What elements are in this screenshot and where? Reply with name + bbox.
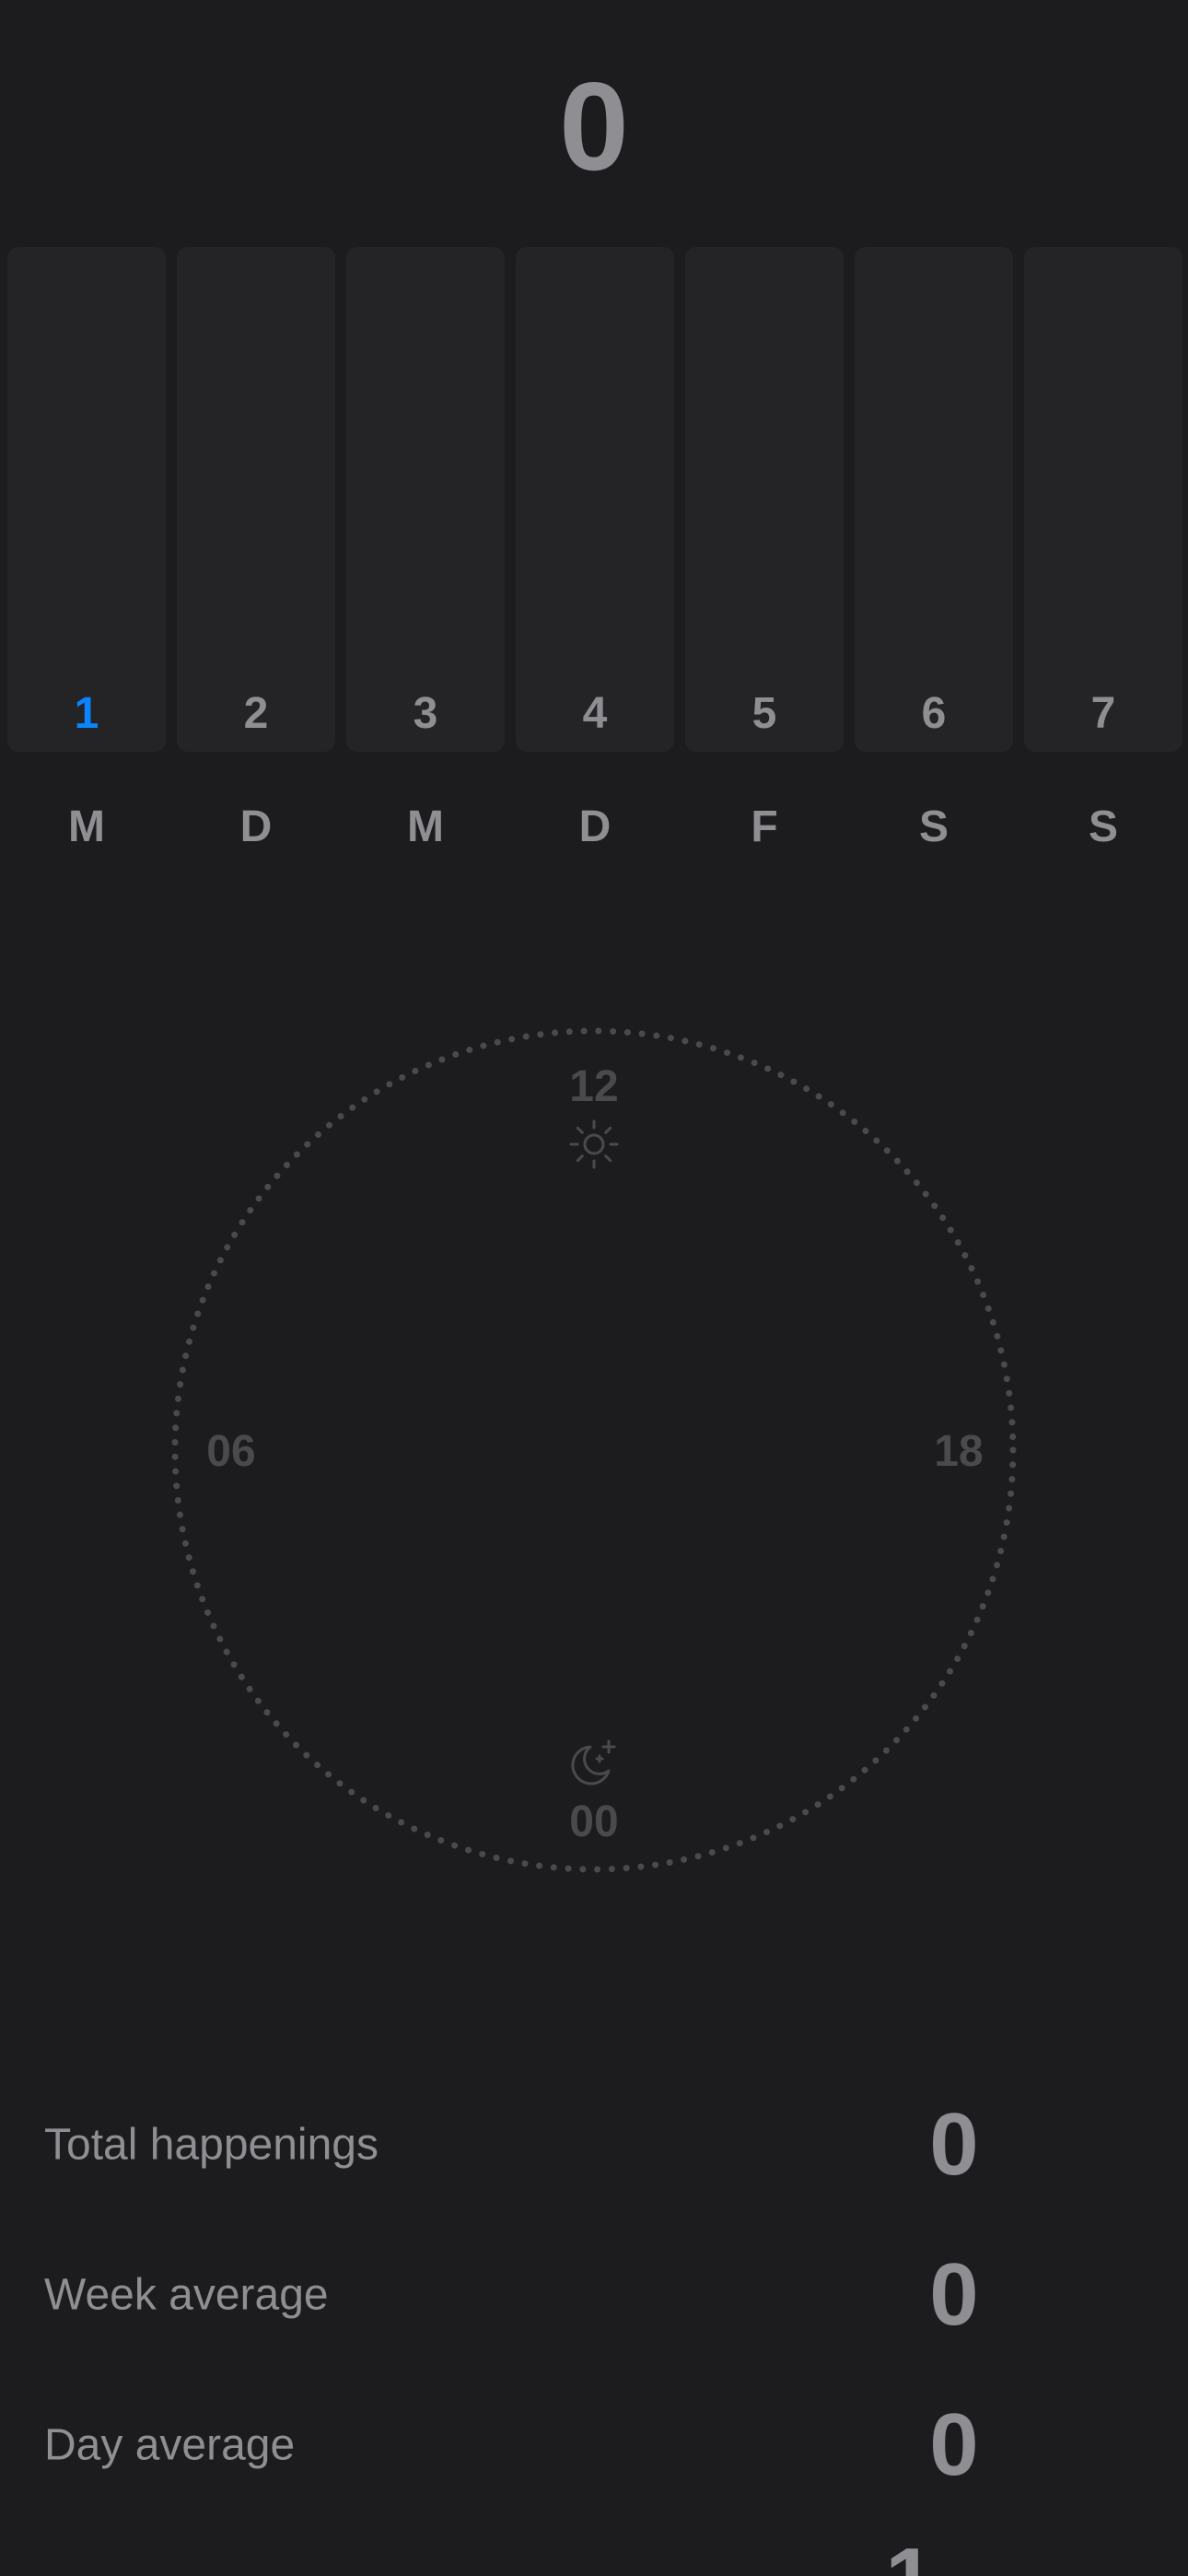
weekday-label: F [751,802,778,851]
clock-label-18: 18 [934,1427,984,1476]
day-bar-7[interactable]: 7 [1024,247,1182,752]
moon-stars-icon [571,1739,616,1786]
stat-label: Total happenings [44,2120,379,2170]
day-bar-1[interactable]: 1 [7,247,166,752]
weekday-label: S [918,802,949,851]
stat-value: 1 [836,2535,984,2576]
weekday-label: M [68,802,105,851]
day-number: 7 [1090,689,1116,738]
day-bar-5[interactable]: 5 [685,247,844,752]
stat-value: 0 [929,2245,979,2344]
sun-icon [569,1119,619,1169]
day-bar-2[interactable]: 2 [177,247,335,752]
day-number: 6 [921,689,947,738]
stat-value: 0 [929,2395,979,2494]
weekday-label: M [407,802,444,851]
day-bar-4[interactable]: 4 [516,247,674,752]
stat-value-partial: 1 [836,2535,984,2576]
day-bar-3[interactable]: 3 [346,247,505,752]
stat-row-total: Total happenings 0 [44,2080,1144,2209]
total-count: 0 [559,56,629,196]
day-number: 1 [74,689,99,738]
stat-label: Day average [44,2420,296,2470]
day-number: 3 [413,689,438,738]
stat-row-day-average: Day average 0 [44,2381,1144,2510]
clock-label-12: 12 [569,1062,619,1111]
clock-label-06: 06 [206,1427,256,1476]
weekday-label: S [1088,802,1118,851]
day-clock: 12 06 18 00 [169,1025,1019,1876]
day-number: 2 [243,689,269,738]
weekday-label: D [578,802,611,851]
week-bar-chart: 1 2 3 4 5 6 7 [0,247,1188,752]
day-number: 4 [582,689,608,738]
stat-value: 0 [929,2095,979,2194]
day-number: 5 [751,689,777,738]
stat-label: Week average [44,2270,329,2320]
weekday-label: D [239,802,273,851]
clock-label-00: 00 [569,1797,619,1846]
stat-row-week-average: Week average 0 [44,2231,1144,2359]
day-bar-6[interactable]: 6 [855,247,1013,752]
